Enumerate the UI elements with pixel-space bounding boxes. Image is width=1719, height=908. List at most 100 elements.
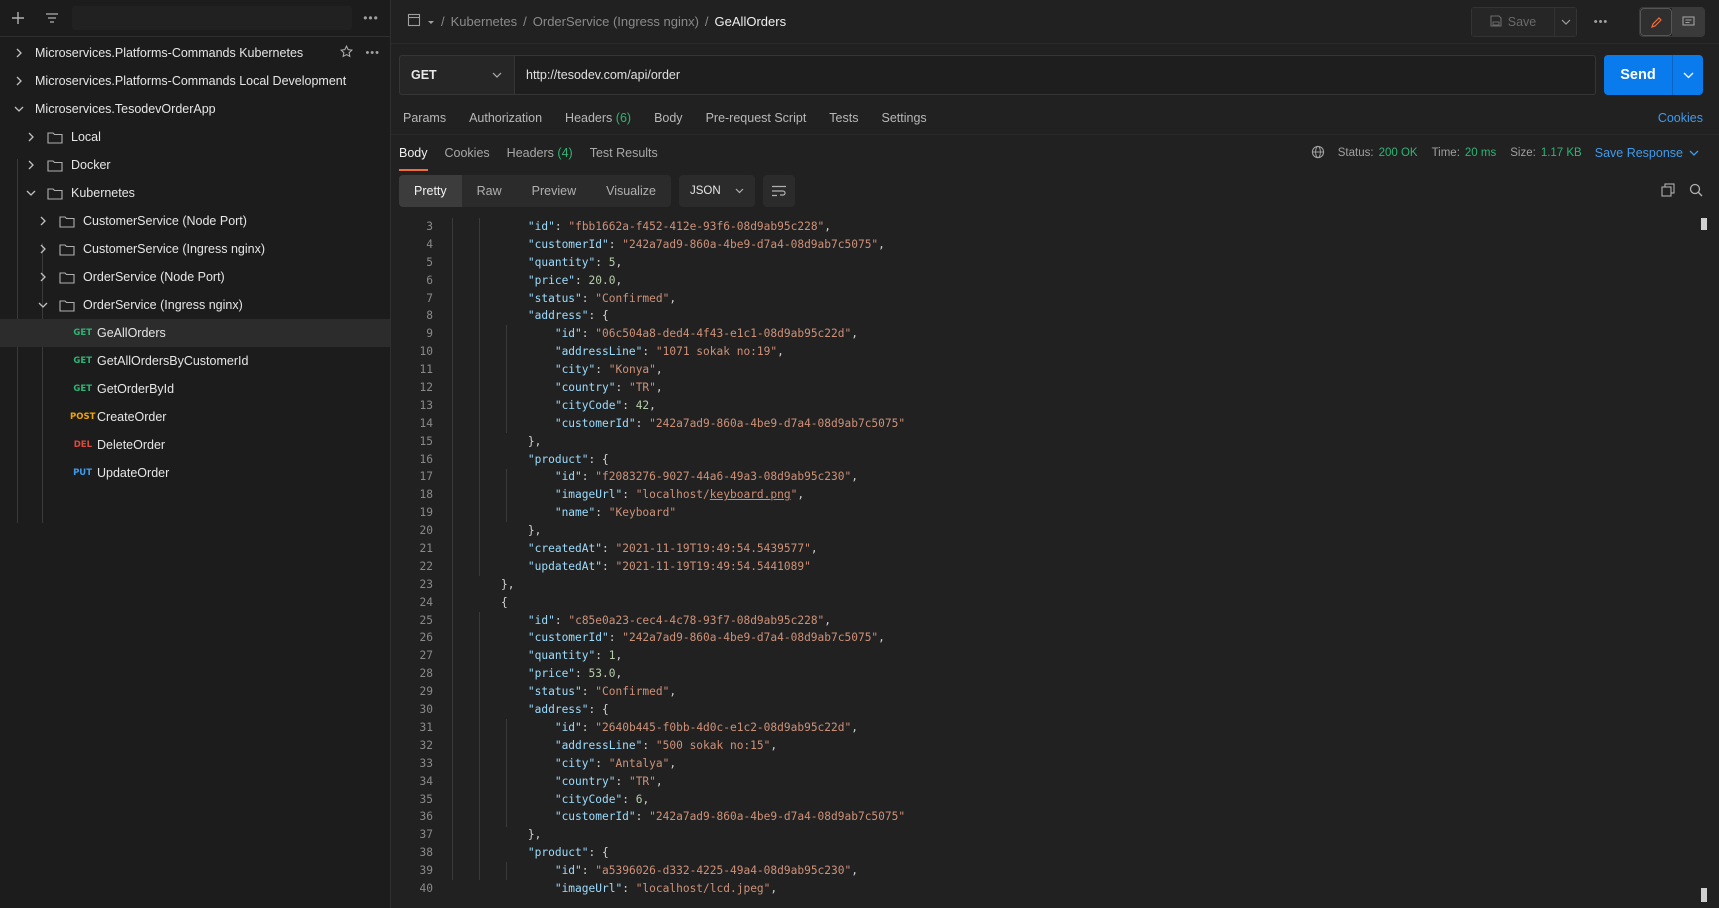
method-select[interactable]: GET: [399, 55, 515, 95]
cookies-link[interactable]: Cookies: [1658, 111, 1703, 125]
chevron-down-icon[interactable]: [37, 299, 49, 311]
chevron-right-icon[interactable]: [25, 159, 37, 171]
folder-label: OrderService (Ingress nginx): [83, 298, 243, 312]
tab-settings[interactable]: Settings: [881, 111, 926, 125]
time-value[interactable]: 20 ms: [1465, 147, 1496, 159]
star-icon[interactable]: [340, 44, 354, 61]
collection-item-tesodev-order-app[interactable]: Microservices.TesodevOrderApp: [0, 95, 390, 123]
res-tab-headers[interactable]: Headers (4): [507, 135, 573, 171]
chevron-right-icon[interactable]: [37, 243, 49, 255]
chevron-right-icon[interactable]: [25, 131, 37, 143]
tab-params[interactable]: Params: [403, 111, 446, 125]
copy-icon[interactable]: [1661, 182, 1675, 200]
folder-item-order-nodeport[interactable]: OrderService (Node Port): [0, 263, 390, 291]
code-text: "product": {: [527, 846, 609, 860]
collection-icon[interactable]: [407, 13, 421, 30]
folder-item-docker[interactable]: Docker: [0, 151, 390, 179]
request-item-create-order[interactable]: POST CreateOrder: [0, 403, 390, 431]
save-dropdown[interactable]: [1554, 8, 1576, 36]
code-text: "addressLine": "1071 sokak no:19",: [554, 345, 784, 359]
code-text: "quantity": 1,: [527, 649, 623, 663]
request-item-get-all-orders-by-customer[interactable]: GET GetAllOrdersByCustomerId: [0, 347, 390, 375]
res-tab-body[interactable]: Body: [399, 135, 428, 171]
plus-icon[interactable]: [8, 8, 28, 28]
folder-item-customer-nodeport[interactable]: CustomerService (Node Port): [0, 207, 390, 235]
breadcrumb-item[interactable]: Kubernetes: [451, 14, 518, 29]
code-text: "status": "Confirmed",: [527, 685, 677, 699]
sidebar-search-input[interactable]: [72, 6, 352, 30]
line-number: 28: [419, 667, 433, 681]
tab-tests[interactable]: Tests: [829, 111, 858, 125]
collection-tree: Microservices.Platforms-Commands Kuberne…: [0, 39, 390, 523]
folder-icon: [59, 243, 75, 256]
code-line: 28 "price": 53.0,: [391, 665, 1719, 683]
code-text: "price": 53.0,: [527, 667, 623, 681]
edit-icon[interactable]: [1640, 8, 1672, 36]
globe-icon[interactable]: [1311, 145, 1325, 162]
save-button[interactable]: Save: [1472, 8, 1554, 36]
wrap-icon[interactable]: [762, 175, 795, 207]
view-visualize[interactable]: Visualize: [591, 175, 671, 207]
line-number: 26: [419, 631, 433, 645]
collection-label: Microservices.Platforms-Commands Kuberne…: [35, 46, 304, 60]
comment-icon[interactable]: [1672, 8, 1704, 36]
code-line: 35 "cityCode": 6,: [391, 791, 1719, 809]
code-line: 36 "customerId": "242a7ad9-860a-4be9-d7a…: [391, 808, 1719, 826]
chevron-down-icon[interactable]: [25, 187, 37, 199]
chevron-down-icon: [735, 188, 744, 194]
breadcrumb-item[interactable]: OrderService (Ingress nginx): [533, 14, 699, 29]
folder-item-local[interactable]: Local: [0, 123, 390, 151]
request-item-delete-order[interactable]: DEL DeleteOrder: [0, 431, 390, 459]
tab-headers[interactable]: Headers (6): [565, 111, 631, 125]
chevron-right-icon[interactable]: [13, 47, 25, 59]
view-preview[interactable]: Preview: [517, 175, 591, 207]
scrollbar-bottom[interactable]: [1701, 888, 1707, 902]
folder-item-order-ingress[interactable]: OrderService (Ingress nginx): [0, 291, 390, 319]
res-tab-test-results[interactable]: Test Results: [590, 135, 658, 171]
collection-item-platforms-kubernetes[interactable]: Microservices.Platforms-Commands Kuberne…: [0, 39, 390, 67]
code-line: 38 "product": {: [391, 844, 1719, 862]
request-item-ge-all-orders[interactable]: GET GeAllOrders: [0, 319, 390, 347]
chevron-down-icon[interactable]: [427, 14, 435, 29]
search-icon[interactable]: [1689, 183, 1703, 200]
more-icon[interactable]: •••: [365, 47, 380, 59]
code-line: 8 "address": {: [391, 307, 1719, 325]
view-raw[interactable]: Raw: [462, 175, 517, 207]
breadcrumb-current[interactable]: GeAllOrders: [715, 14, 787, 29]
request-label: CreateOrder: [97, 410, 167, 424]
collection-item-platforms-local[interactable]: Microservices.Platforms-Commands Local D…: [0, 67, 390, 95]
code-text: "id": "c85e0a23-cec4-4c78-93f7-08d9ab95c…: [527, 613, 832, 627]
status-value[interactable]: 200 OK: [1379, 147, 1418, 159]
filter-icon[interactable]: [42, 8, 62, 28]
line-number: 25: [419, 613, 433, 627]
send-dropdown[interactable]: [1672, 55, 1703, 95]
save-response-button[interactable]: Save Response: [1595, 146, 1699, 160]
request-label: UpdateOrder: [97, 466, 170, 480]
size-value[interactable]: 1.17 KB: [1541, 147, 1582, 159]
method-badge: GET: [73, 356, 92, 366]
more-icon[interactable]: •••: [360, 8, 382, 28]
chevron-right-icon[interactable]: [37, 215, 49, 227]
sidebar: ••• Microservices.Platforms-Commands Kub…: [0, 0, 391, 908]
request-item-get-order-by-id[interactable]: GET GetOrderById: [0, 375, 390, 403]
tab-headers-label: Headers: [565, 111, 613, 125]
view-pretty[interactable]: Pretty: [399, 175, 462, 207]
request-item-update-order[interactable]: PUT UpdateOrder: [0, 459, 390, 487]
folder-item-kubernetes[interactable]: Kubernetes: [0, 179, 390, 207]
res-tab-cookies[interactable]: Cookies: [445, 135, 490, 171]
folder-item-customer-ingress[interactable]: CustomerService (Ingress nginx): [0, 235, 390, 263]
tab-body[interactable]: Body: [654, 111, 683, 125]
more-icon[interactable]: •••: [1587, 16, 1615, 28]
folder-icon: [47, 159, 63, 172]
tab-authorization[interactable]: Authorization: [469, 111, 542, 125]
chevron-right-icon[interactable]: [37, 271, 49, 283]
chevron-down-icon[interactable]: [13, 103, 25, 115]
format-select[interactable]: JSON: [678, 175, 755, 207]
line-number: 13: [419, 398, 433, 412]
send-button[interactable]: Send: [1604, 55, 1672, 95]
url-input[interactable]: [515, 55, 1596, 95]
scrollbar-top[interactable]: [1701, 218, 1707, 230]
response-body[interactable]: 3 "id": "fbb1662a-f452-412e-93f6-08d9ab9…: [391, 218, 1719, 908]
chevron-right-icon[interactable]: [13, 75, 25, 87]
tab-prerequest[interactable]: Pre-request Script: [706, 111, 807, 125]
